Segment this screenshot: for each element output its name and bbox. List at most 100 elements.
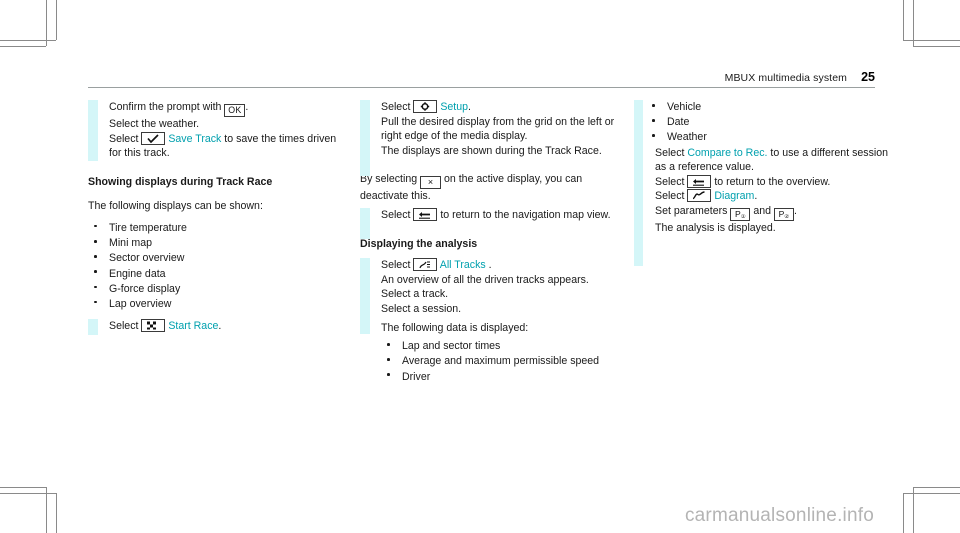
list-item: Lap overview [88, 297, 343, 312]
step-text: Select [655, 190, 688, 203]
parameter-p1-icon[interactable]: P① [730, 207, 751, 221]
step-pull-display: ▶ Pull the desired display from the grid… [360, 115, 622, 159]
checkered-flag-icon[interactable] [141, 319, 166, 333]
diagram-link[interactable]: Diagram [714, 190, 754, 202]
step-text-tail: to return to the overview. [711, 175, 831, 188]
list-item: Average and maximum permissible speed [381, 354, 622, 369]
close-icon[interactable]: × [420, 176, 442, 190]
list-item: G-force display [88, 282, 343, 297]
col3-bullet-list: Vehicle Date Weather [634, 100, 888, 146]
column-right: Vehicle Date Weather ▶ Select Compare to… [634, 100, 888, 266]
step-text: Select [655, 175, 688, 188]
bullet-dot-icon [381, 370, 402, 385]
bullet-dot-icon [88, 251, 109, 266]
parameter-p2-icon[interactable]: P② [773, 207, 794, 221]
all-tracks-link[interactable]: All Tracks [440, 259, 486, 271]
step-text-tail: . [485, 259, 492, 272]
accent-band [634, 100, 643, 266]
step-text: Set parameters [655, 204, 731, 217]
save-track-link[interactable]: Save Track [168, 133, 221, 145]
col1-start-race-block: ▶ Select Start Race. [88, 319, 343, 336]
gear-icon[interactable] [413, 100, 438, 113]
setup-link[interactable]: Setup [440, 101, 468, 113]
step-select-diagram: ▶ Select Diagram. [634, 189, 888, 204]
column-middle: ▶ Select Setup. ▶ Pull the desired displ… [360, 100, 622, 385]
step-text-tail: . [754, 190, 758, 203]
col2-analysis-block: ▶ Select All Tracks . An overview of all… [360, 258, 622, 335]
diagram-curve-icon[interactable] [687, 189, 712, 203]
col3-block: Vehicle Date Weather ▶ Select Compare to… [634, 100, 888, 266]
step-text: Select a session. [381, 302, 462, 315]
step-select-setup: ▶ Select Setup. [360, 100, 622, 115]
step-text-tail: . [793, 204, 797, 217]
step-select-all-tracks: ▶ Select All Tracks . An overview of all… [360, 258, 622, 287]
bullet-dot-icon [88, 236, 109, 251]
step-text: Select [109, 132, 142, 145]
step-text-tail: to return to the navigation map view. [437, 208, 611, 221]
compare-to-rec-link[interactable]: Compare to Rec. [687, 147, 767, 159]
back-arrow-icon[interactable] [687, 174, 712, 188]
col1-intro: The following displays can be shown: [88, 200, 263, 213]
list-item: Mini map [88, 236, 343, 251]
step-note: The displays are shown during the Track … [381, 144, 602, 157]
step-text: Select [655, 146, 688, 159]
step-compare-to-rec: ▶ Select Compare to Rec. to use a differ… [634, 146, 888, 175]
step-text: Select [381, 208, 414, 221]
column-left: ▶ Confirm the prompt with OK. ▶ Select t… [88, 100, 343, 336]
col2-deactivate-paragraph: By selecting × on the active display, yo… [360, 172, 622, 204]
step-return-nav-map: ▶ Select to return to the navigation map… [360, 207, 622, 223]
bullet-dot-icon [381, 354, 402, 369]
watermark: carmanualsonline.info [684, 505, 874, 526]
bullet-dot-icon [381, 339, 402, 354]
col1-bullet-list: Tire temperature Mini map Sector overvie… [88, 221, 343, 312]
all-tracks-icon[interactable] [413, 258, 438, 272]
step-set-parameters: ▶ Set parameters P① and P②. The analysis… [634, 204, 888, 236]
accent-band [88, 319, 98, 336]
list-item: Driver [381, 370, 622, 385]
step-text: Confirm the prompt with [109, 101, 225, 113]
step-text: Select [381, 259, 414, 272]
col2-data-intro: The following data is displayed: [381, 321, 529, 334]
accent-band [360, 100, 370, 176]
step-return-overview: ▶ Select to return to the overview. [634, 174, 888, 190]
step-confirm-prompt: ▶ Confirm the prompt with OK. [88, 100, 343, 117]
step-select-track: ▶ Select a track. [360, 287, 622, 302]
step-text-tail: . [468, 101, 471, 113]
back-arrow-icon[interactable] [413, 207, 438, 221]
step-text-tail: . [218, 320, 222, 333]
accent-band [360, 207, 370, 239]
checkmark-icon[interactable] [141, 131, 166, 145]
accent-band [360, 258, 370, 335]
accent-band [88, 100, 98, 161]
col2-nav-block: ▶ Select to return to the navigation map… [360, 207, 622, 239]
bullet-dot-icon [646, 100, 667, 115]
list-item: Weather [646, 130, 888, 145]
bullet-dot-icon [88, 267, 109, 282]
start-race-link[interactable]: Start Race [168, 320, 218, 332]
col2-steps-block: ▶ Select Setup. ▶ Pull the desired displ… [360, 100, 622, 176]
list-item: Tire temperature [88, 221, 343, 236]
ok-key-icon[interactable]: OK [224, 104, 246, 117]
bullet-dot-icon [88, 297, 109, 312]
step-text: Pull the desired display from the grid o… [381, 115, 615, 143]
step-text: Select [381, 101, 414, 113]
step-text: Select [109, 320, 142, 333]
list-item: Engine data [88, 267, 343, 282]
list-item: Date [646, 115, 888, 130]
list-item: Lap and sector times [381, 339, 622, 354]
step-select-session: ▶ Select a session. [360, 302, 622, 317]
bullet-dot-icon [646, 115, 667, 130]
col1-steps-block: ▶ Confirm the prompt with OK. ▶ Select t… [88, 100, 343, 161]
analysis-note: An overview of all the driven tracks app… [381, 273, 589, 286]
analysis-displayed-note: The analysis is displayed. [655, 221, 776, 234]
step-text-mid: and [750, 204, 774, 217]
step-text-tail: . [245, 101, 249, 113]
step-save-track: ▶ Select Save Track to save the times dr… [88, 131, 343, 161]
bullet-dot-icon [88, 282, 109, 297]
list-item: Sector overview [88, 251, 343, 266]
step-start-race: ▶ Select Start Race. [88, 319, 343, 334]
page-header: MBUX multimedia system 25 [88, 70, 875, 88]
header-title: MBUX multimedia system [724, 72, 847, 84]
step-text: Select a track. [381, 288, 449, 301]
col2-heading: Displaying the analysis [360, 237, 478, 250]
